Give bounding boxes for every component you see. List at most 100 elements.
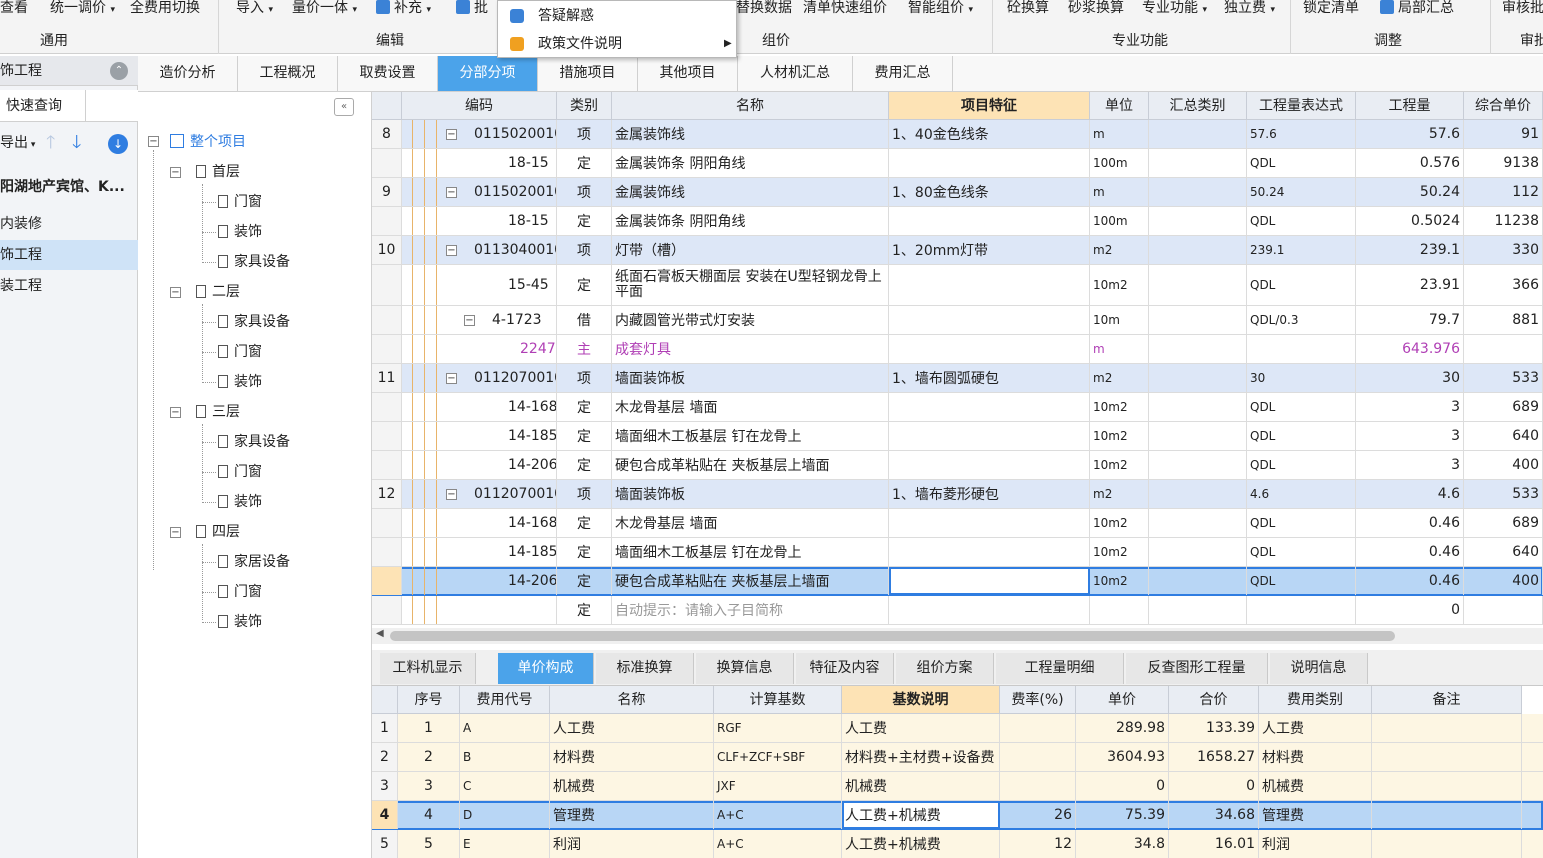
unit-price-cell[interactable]: 689: [1464, 509, 1543, 537]
fee-category-cell[interactable]: 利润: [1259, 830, 1372, 858]
download-icon[interactable]: ↓: [108, 134, 128, 154]
tree-child-node[interactable]: 门窗: [218, 342, 262, 362]
fee-code-cell[interactable]: C: [460, 772, 550, 800]
calc-base-cell[interactable]: RGF: [714, 714, 842, 742]
tab-sections[interactable]: 分部分项: [438, 56, 538, 91]
table-row[interactable]: 定 自动提示：请输入子目简称 0: [372, 596, 1543, 625]
fee-category-cell[interactable]: 材料费: [1259, 743, 1372, 771]
total-price-cell[interactable]: 1658.27: [1169, 743, 1259, 771]
view-button[interactable]: 查看: [0, 0, 28, 18]
type-cell[interactable]: 项: [557, 120, 612, 148]
row-collapse-icon[interactable]: −: [446, 187, 457, 198]
unit-price-cell[interactable]: 34.8: [1076, 830, 1169, 858]
feature-cell[interactable]: [889, 149, 1090, 177]
fee-category-cell[interactable]: 机械费: [1259, 772, 1372, 800]
feature-cell[interactable]: [889, 393, 1090, 421]
grid-header-cell[interactable]: 工程量表达式: [1247, 92, 1356, 120]
code-cell[interactable]: 4-1723: [402, 306, 557, 334]
table-row[interactable]: 14-206 定 硬包合成革粘贴在 夹板基层上墙面 10m2 QDL 0.46 400: [372, 567, 1543, 596]
expression-cell[interactable]: QDL: [1247, 207, 1356, 235]
bottom-tab[interactable]: 单价构成: [498, 653, 594, 684]
summary-type-cell[interactable]: [1149, 364, 1247, 392]
grid-header-cell[interactable]: 工程量: [1356, 92, 1464, 120]
tree-floor-node[interactable]: 三层: [196, 402, 240, 422]
replace-data-button[interactable]: 替换数据: [736, 0, 792, 18]
batch-button[interactable]: 批: [456, 0, 488, 18]
unit-cell[interactable]: 10m: [1090, 306, 1149, 334]
left-item-decoration[interactable]: 饰工程: [0, 240, 138, 270]
unit-price-cell[interactable]: 9138: [1464, 149, 1543, 177]
quantity-cell[interactable]: 0.5024: [1356, 207, 1464, 235]
code-cell[interactable]: 011304001005: [402, 236, 557, 264]
tab-fee-settings[interactable]: 取费设置: [338, 56, 438, 91]
unit-cell[interactable]: m: [1090, 120, 1149, 148]
summary-type-cell[interactable]: [1149, 567, 1247, 595]
feature-cell[interactable]: [889, 451, 1090, 479]
bottom-tab[interactable]: 换算信息: [696, 653, 794, 684]
bottom-tab[interactable]: 组价方案: [896, 653, 994, 684]
bottom-tab[interactable]: 标准换算: [596, 653, 694, 684]
unit-price-cell[interactable]: 640: [1464, 422, 1543, 450]
remark-cell[interactable]: [1372, 830, 1522, 858]
row-collapse-icon[interactable]: −: [464, 315, 475, 326]
bottom-tab[interactable]: 反查图形工程量: [1126, 653, 1268, 684]
calc-base-cell[interactable]: JXF: [714, 772, 842, 800]
tab-fee-summary[interactable]: 费用汇总: [853, 56, 953, 91]
unit-price-cell[interactable]: 3604.93: [1076, 743, 1169, 771]
unit-price-cell[interactable]: 91: [1464, 120, 1543, 148]
total-price-cell[interactable]: 16.01: [1169, 830, 1259, 858]
row-collapse-icon[interactable]: −: [446, 245, 457, 256]
supplement-button[interactable]: 补充 ▾: [376, 0, 431, 18]
seq-cell[interactable]: 2: [398, 743, 460, 771]
unit-price-cell[interactable]: 533: [1464, 480, 1543, 508]
feature-cell[interactable]: 1、40金色线条: [889, 120, 1090, 148]
base-desc-cell[interactable]: 材料费+主材费+设备费: [842, 743, 1000, 771]
tree-child-node[interactable]: 装饰: [218, 372, 262, 392]
name-cell[interactable]: 金属装饰条 阴阳角线: [612, 207, 889, 235]
grid-header-cell[interactable]: 名称: [612, 92, 889, 120]
lock-list-button[interactable]: 锁定清单: [1303, 0, 1359, 18]
calc-base-cell[interactable]: A+C: [714, 801, 842, 829]
table-row[interactable]: 14-206 定 硬包合成革粘贴在 夹板基层上墙面 10m2 QDL 3 400: [372, 451, 1543, 480]
left-item-interior[interactable]: 内装修: [0, 209, 138, 239]
remark-cell[interactable]: [1372, 743, 1522, 771]
quantity-cell[interactable]: 3: [1356, 451, 1464, 479]
left-item-install[interactable]: 装工程: [0, 271, 138, 301]
row-collapse-icon[interactable]: −: [446, 373, 457, 384]
type-cell[interactable]: 定: [557, 596, 612, 624]
tab-labor-material-summary[interactable]: 人材机汇总: [738, 56, 853, 91]
independent-fee-button[interactable]: 独立费 ▾: [1224, 0, 1275, 18]
summary-type-cell[interactable]: [1149, 509, 1247, 537]
tree-floor-node[interactable]: 首层: [196, 162, 240, 182]
quick-query-tab[interactable]: 快速查询: [0, 90, 86, 121]
feature-cell[interactable]: [889, 265, 1090, 305]
unit-cell[interactable]: 10m2: [1090, 422, 1149, 450]
expression-cell[interactable]: QDL: [1247, 265, 1356, 305]
seq-cell[interactable]: 3: [398, 772, 460, 800]
summary-type-cell[interactable]: [1149, 596, 1247, 624]
quantity-cell[interactable]: 0.46: [1356, 538, 1464, 566]
fee-name-cell[interactable]: 材料费: [550, 743, 714, 771]
unified-price-button[interactable]: 统一调价 ▾: [50, 0, 115, 18]
scrollbar-thumb[interactable]: [390, 631, 1395, 641]
menu-item-policy-docs[interactable]: 政策文件说明 ▶: [498, 31, 736, 57]
mortar-convert-button[interactable]: 砂浆换算: [1068, 0, 1124, 18]
tree-child-node[interactable]: 装饰: [218, 492, 262, 512]
type-cell[interactable]: 项: [557, 364, 612, 392]
summary-type-cell[interactable]: [1149, 265, 1247, 305]
base-desc-cell[interactable]: 人工费: [842, 714, 1000, 742]
table-row[interactable]: 14-185 定 墙面细木工板基层 钉在龙骨上 10m2 QDL 0.46 640: [372, 538, 1543, 567]
expression-cell[interactable]: QDL: [1247, 451, 1356, 479]
table-row[interactable]: 2 2 B 材料费 CLF+ZCF+SBF 材料费+主材费+设备费 3604.93 1658.…: [372, 743, 1543, 772]
summary-type-cell[interactable]: [1149, 178, 1247, 206]
table-row[interactable]: 4-1723 借 内藏圆管光带式灯安装 10m QDL/0.3 79.7 881 −: [372, 306, 1543, 335]
name-cell[interactable]: 自动提示：请输入子目简称: [612, 596, 889, 624]
name-cell[interactable]: 纸面石膏板天棚面层 安装在U型轻钢龙骨上 平面: [612, 265, 889, 305]
arrow-down-icon[interactable]: 🡓: [72, 128, 81, 158]
table-row[interactable]: 18-15 定 金属装饰条 阴阳角线 100m QDL 0.576 9138: [372, 149, 1543, 178]
bottom-tab[interactable]: 说明信息: [1270, 653, 1368, 684]
name-cell[interactable]: 木龙骨基层 墙面: [612, 509, 889, 537]
rate-cell[interactable]: [1000, 714, 1076, 742]
feature-cell[interactable]: 1、墙布圆弧硬包: [889, 364, 1090, 392]
unit-cell[interactable]: 10m2: [1090, 567, 1149, 595]
